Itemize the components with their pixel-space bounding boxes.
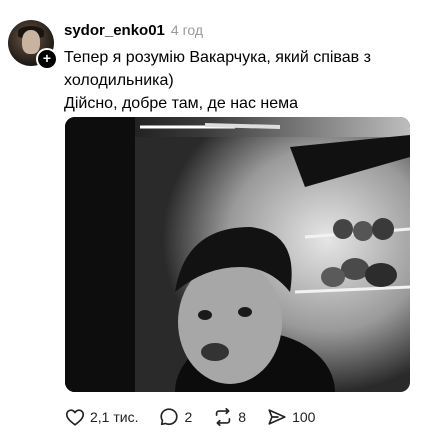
repost-button[interactable]: 8 — [212, 406, 246, 428]
repost-icon — [216, 407, 231, 427]
reply-count: 2 — [184, 409, 193, 425]
post-image[interactable] — [65, 117, 410, 392]
follow-plus-icon[interactable]: + — [36, 48, 58, 70]
share-count: 100 — [292, 409, 316, 425]
like-button[interactable]: 2,1 тис. — [64, 406, 138, 428]
share-icon — [268, 409, 286, 425]
reply-button[interactable]: 2 — [158, 406, 192, 428]
like-count: 2,1 тис. — [90, 409, 139, 425]
avatar[interactable]: + — [8, 20, 58, 70]
post-time: 4 год — [170, 22, 204, 38]
post-text-line: Тепер я розумію Вакарчука, який співав з… — [64, 49, 371, 89]
comment-icon — [160, 408, 179, 426]
heart-icon — [65, 409, 85, 426]
post-text: Тепер я розумію Вакарчука, який співав з… — [64, 46, 420, 115]
repost-count: 8 — [238, 409, 247, 425]
post-actions: 2,1 тис. 2 8 100 — [64, 405, 335, 429]
post-header: sydor_enko01 4 год — [64, 22, 203, 42]
post-text-line: Дійсно, добре там, де нас нема — [64, 95, 299, 112]
username[interactable]: sydor_enko01 — [64, 22, 165, 39]
share-button[interactable]: 100 — [266, 406, 315, 428]
